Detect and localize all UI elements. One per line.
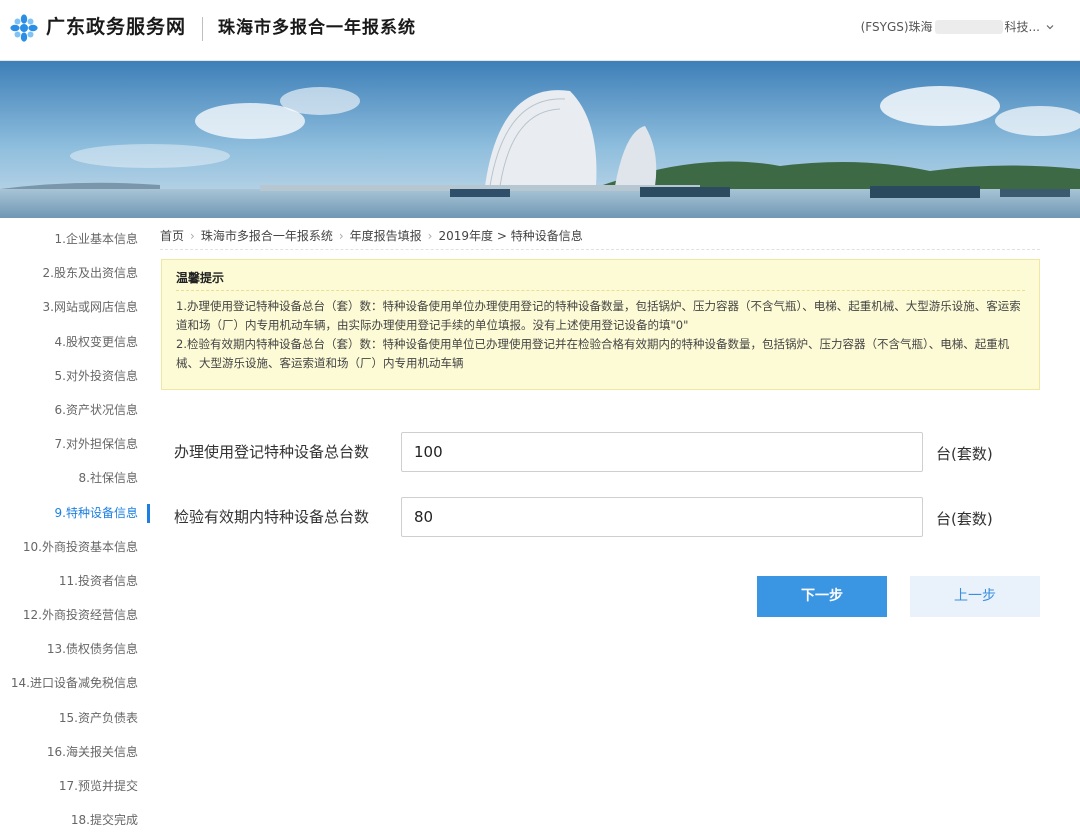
top-header: 广东政务服务网 珠海市多报合一年报系统 (FSYGS)珠海 科技... <box>0 0 1080 61</box>
user-name-prefix: (FSYGS)珠海 <box>860 20 933 34</box>
next-step-button[interactable]: 下一步 <box>757 576 887 617</box>
inspected-equipment-label: 检验有效期内特种设备总台数 <box>174 508 370 526</box>
breadcrumb-system[interactable]: 珠海市多报合一年报系统 <box>201 229 333 243</box>
user-menu[interactable]: (FSYGS)珠海 科技... <box>861 18 1054 36</box>
previous-step-button[interactable]: 上一步 <box>910 576 1040 617</box>
notice-line-2: 2.检验有效期内特种设备总台（套）数：特种设备使用单位已办理使用登记并在检验合格… <box>176 337 1010 370</box>
breadcrumb-separator: › <box>190 229 195 243</box>
sidebar-item-step-8[interactable]: 8.社保信息 <box>0 461 150 495</box>
breadcrumb-separator: › <box>427 229 433 243</box>
header-divider <box>202 17 203 41</box>
sidebar-item-step-13[interactable]: 13.债权债务信息 <box>0 632 150 666</box>
breadcrumb-separator: › <box>338 229 344 243</box>
breadcrumb: 首页 › 珠海市多报合一年报系统 › 年度报告填报 › 2019年度 > 特种设备信息 <box>160 226 1040 250</box>
inspected-equipment-input[interactable]: 80 <box>401 497 923 537</box>
sidebar-item-step-17[interactable]: 17.预览并提交 <box>0 769 150 803</box>
user-name-suffix: 科技... <box>1004 20 1040 34</box>
gov-logo-icon <box>10 14 38 42</box>
sidebar-item-step-7[interactable]: 7.对外担保信息 <box>0 427 150 461</box>
breadcrumb-current: 2019年度 > 特种设备信息 <box>438 229 583 243</box>
sidebar-item-step-14[interactable]: 14.进口设备减免税信息 <box>0 666 150 700</box>
banner-image <box>0 61 1080 218</box>
registered-equipment-row: 办理使用登记特种设备总台数 100 台(套数) <box>160 432 1040 472</box>
brand-name[interactable]: 广东政务服务网 <box>46 14 186 40</box>
step-sidebar: 1.企业基本信息 2.股东及出资信息 3.网站或网店信息 4.股权变更信息 5.对外投资… <box>0 222 150 837</box>
sidebar-item-step-16[interactable]: 16.海关报关信息 <box>0 735 150 769</box>
redacted-user-name <box>934 20 1003 34</box>
sidebar-item-step-2[interactable]: 2.股东及出资信息 <box>0 256 150 290</box>
sidebar-item-step-18[interactable]: 18.提交完成 <box>0 803 150 837</box>
sidebar-item-step-15[interactable]: 15.资产负债表 <box>0 701 150 735</box>
sidebar-item-step-11[interactable]: 11.投资者信息 <box>0 564 150 598</box>
chevron-down-icon[interactable] <box>1046 23 1054 31</box>
sidebar-item-step-12[interactable]: 12.外商投资经营信息 <box>0 598 150 632</box>
registered-equipment-unit: 台(套数) <box>936 445 993 463</box>
inspected-equipment-row: 检验有效期内特种设备总台数 80 台(套数) <box>160 497 1040 537</box>
breadcrumb-home[interactable]: 首页 <box>160 229 184 243</box>
sidebar-item-step-3[interactable]: 3.网站或网店信息 <box>0 290 150 324</box>
registered-equipment-input[interactable]: 100 <box>401 432 923 472</box>
notice-line-1: 1.办理使用登记特种设备总台（套）数：特种设备使用单位办理使用登记的特种设备数量… <box>176 299 1021 332</box>
system-title: 珠海市多报合一年报系统 <box>218 18 416 38</box>
tips-notice: 温馨提示 1.办理使用登记特种设备总台（套）数：特种设备使用单位办理使用登记的特… <box>161 259 1040 390</box>
sidebar-item-step-9[interactable]: 9.特种设备信息 <box>0 496 150 530</box>
notice-title: 温馨提示 <box>176 269 1025 291</box>
sidebar-item-step-4[interactable]: 4.股权变更信息 <box>0 325 150 359</box>
inspected-equipment-unit: 台(套数) <box>936 510 993 528</box>
sidebar-item-step-5[interactable]: 5.对外投资信息 <box>0 359 150 393</box>
sidebar-item-step-1[interactable]: 1.企业基本信息 <box>0 222 150 256</box>
sidebar-item-step-6[interactable]: 6.资产状况信息 <box>0 393 150 427</box>
sidebar-item-step-10[interactable]: 10.外商投资基本信息 <box>0 530 150 564</box>
breadcrumb-section[interactable]: 年度报告填报 <box>350 229 422 243</box>
registered-equipment-label: 办理使用登记特种设备总台数 <box>174 443 370 461</box>
